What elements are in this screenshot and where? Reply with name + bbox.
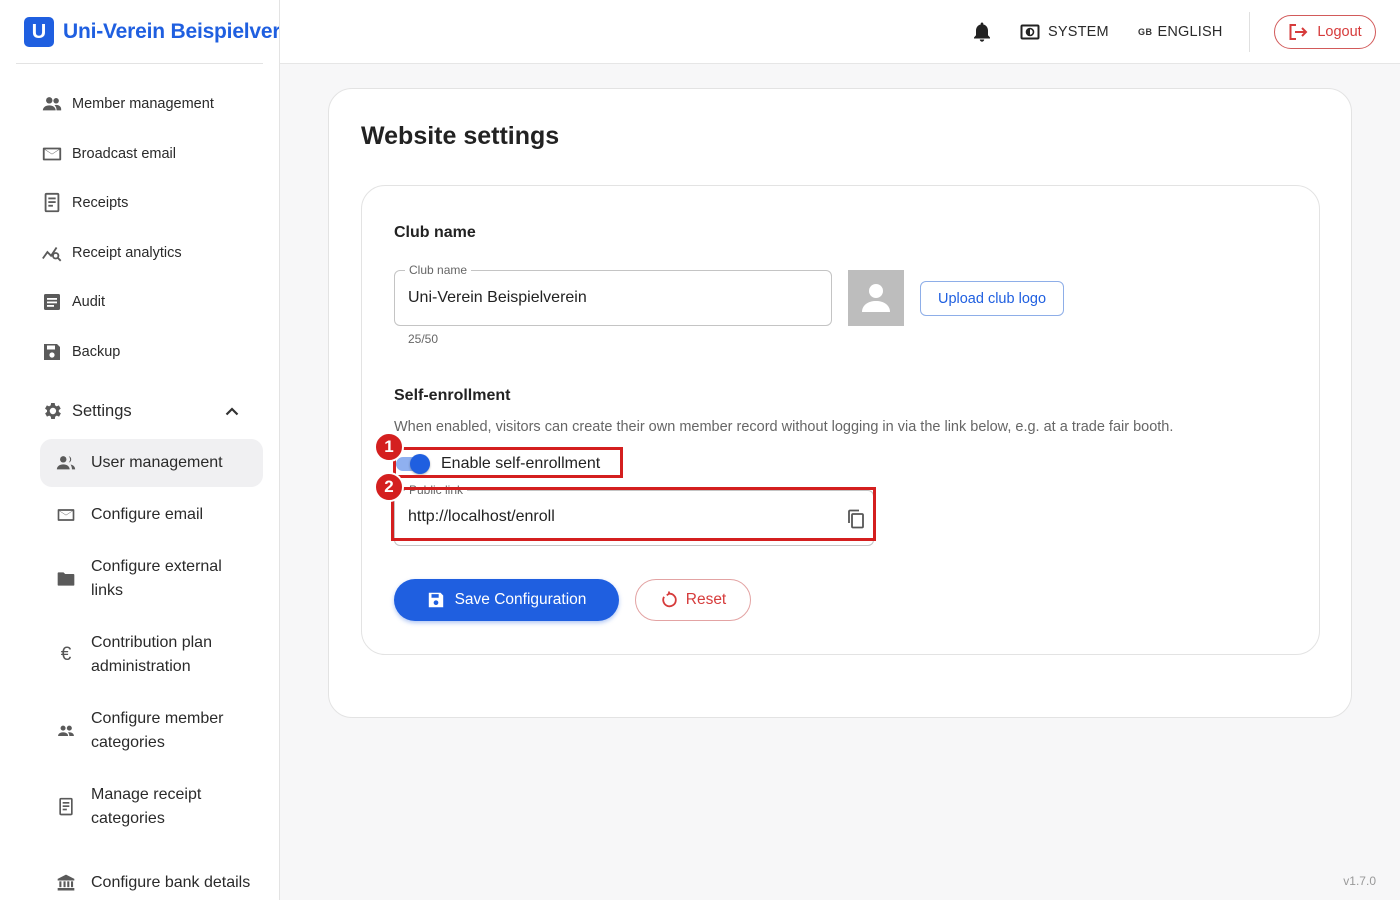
receipt-icon xyxy=(54,795,78,819)
sidebar-item-label: Manage receipt categories xyxy=(91,786,202,827)
sidebar-item-label: User management xyxy=(91,454,223,471)
save-configuration-label: Save Configuration xyxy=(454,591,587,608)
settings-card: Website settings Club name Club name 25/… xyxy=(328,88,1352,718)
copy-icon[interactable] xyxy=(844,507,868,531)
upload-logo-button[interactable]: Upload club logo xyxy=(920,281,1064,316)
theme-label: SYSTEM xyxy=(1048,24,1109,40)
save-icon xyxy=(40,340,64,364)
brand-title: Uni-Verein Beispielverein xyxy=(63,20,280,43)
sidebar-item-user-management[interactable]: User management xyxy=(40,439,263,487)
sidebar-item-label: Receipt analytics xyxy=(72,245,182,261)
folder-icon xyxy=(54,567,78,591)
gear-icon xyxy=(40,399,64,423)
reset-button[interactable]: Reset xyxy=(635,579,751,621)
sidebar-item-member-categories[interactable]: Configure member categories xyxy=(40,707,263,755)
page-title: Website settings xyxy=(361,122,560,150)
sidebar-item-receipt-analytics[interactable]: Receipt analytics xyxy=(40,237,182,269)
theme-toggle-button[interactable]: SYSTEM xyxy=(1020,16,1109,48)
annotation-marker: 2 xyxy=(374,472,404,502)
flag-gb-icon: GB xyxy=(1138,27,1153,37)
save-icon xyxy=(427,591,445,609)
document-icon xyxy=(40,290,64,314)
sidebar-item-settings[interactable]: Settings xyxy=(40,395,260,427)
mail-icon xyxy=(40,142,64,166)
club-logo-placeholder xyxy=(848,270,904,326)
language-label: ENGLISH xyxy=(1157,24,1223,40)
self-enrollment-toggle-row: Enable self-enrollment xyxy=(394,452,600,476)
sidebar-item-label: Contribution plan administration xyxy=(91,634,212,675)
annotation-marker: 1 xyxy=(374,432,404,462)
brand[interactable]: U Uni-Verein Beispielverein xyxy=(24,16,280,48)
bell-icon[interactable] xyxy=(970,20,994,44)
switch-thumb xyxy=(410,454,430,474)
sidebar-item-contribution-plan[interactable]: € Contribution plan administration xyxy=(40,631,263,679)
sidebar-item-receipt-categories[interactable]: Manage receipt categories xyxy=(40,783,263,831)
sidebar-item-label: Backup xyxy=(72,344,121,360)
club-name-field[interactable]: Club name xyxy=(394,263,832,326)
chevron-up-icon[interactable] xyxy=(220,399,244,423)
bank-icon xyxy=(54,871,78,895)
sidebar-item-configure-external-links[interactable]: Configure external links xyxy=(40,555,263,603)
person-icon xyxy=(862,284,890,312)
sidebar-item-label: Configure external links xyxy=(91,558,222,599)
group-icon xyxy=(54,719,78,743)
users-icon xyxy=(54,451,78,475)
divider xyxy=(1249,12,1250,52)
reset-icon xyxy=(660,591,678,609)
sidebar-item-audit[interactable]: Audit xyxy=(40,286,105,318)
sidebar-item-member-management[interactable]: Member management xyxy=(40,88,214,120)
sidebar-item-backup[interactable]: Backup xyxy=(40,336,120,368)
char-counter: 25/50 xyxy=(408,332,439,346)
sidebar-item-label: Configure member categories xyxy=(91,710,224,751)
logout-button[interactable]: Logout xyxy=(1274,15,1376,49)
public-link-field[interactable]: Public link http://localhost/enroll xyxy=(394,483,874,546)
sidebar-item-configure-email[interactable]: Configure email xyxy=(40,503,263,527)
sidebar-item-label: Broadcast email xyxy=(72,146,176,162)
club-name-input[interactable] xyxy=(408,271,808,325)
sidebar-item-receipts[interactable]: Receipts xyxy=(40,187,128,219)
sidebar-settings-label: Settings xyxy=(72,401,132,420)
monitor-icon xyxy=(1020,24,1040,40)
euro-icon: € xyxy=(60,644,72,665)
mail-icon xyxy=(54,503,78,527)
analytics-icon xyxy=(40,241,64,265)
logout-label: Logout xyxy=(1317,24,1362,40)
people-icon xyxy=(40,92,64,116)
sidebar-item-label: Configure email xyxy=(91,506,204,523)
top-bar: SYSTEM GB ENGLISH Logout xyxy=(280,0,1400,64)
language-button[interactable]: GB ENGLISH xyxy=(1138,16,1223,48)
public-link-value: http://localhost/enroll xyxy=(408,508,555,525)
version-label: v1.7.0 xyxy=(1343,874,1376,888)
settings-panel: Club name Club name 25/50 Upload club lo… xyxy=(361,185,1320,655)
sidebar-item-label: Audit xyxy=(72,294,106,310)
self-enrollment-toggle-label: Enable self-enrollment xyxy=(441,455,601,472)
sidebar-item-bank-details[interactable]: Configure bank details xyxy=(40,859,263,900)
divider xyxy=(16,63,263,64)
self-enrollment-description: When enabled, visitors can create their … xyxy=(394,419,1174,435)
club-name-heading: Club name xyxy=(394,224,476,241)
public-link-label: Public link xyxy=(405,483,468,497)
reset-label: Reset xyxy=(685,591,727,608)
brand-logo: U xyxy=(24,17,54,47)
sidebar-item-broadcast-email[interactable]: Broadcast email xyxy=(40,138,176,170)
logout-icon xyxy=(1288,23,1308,41)
self-enrollment-heading: Self-enrollment xyxy=(394,387,511,404)
save-configuration-button[interactable]: Save Configuration xyxy=(394,579,619,621)
sidebar: U Uni-Verein Beispielverein Member manag… xyxy=(0,0,280,900)
sidebar-item-label: Configure bank details xyxy=(91,874,251,891)
sidebar-item-label: Receipts xyxy=(72,195,129,211)
receipt-icon xyxy=(40,191,64,215)
sidebar-item-label: Member management xyxy=(72,96,214,112)
